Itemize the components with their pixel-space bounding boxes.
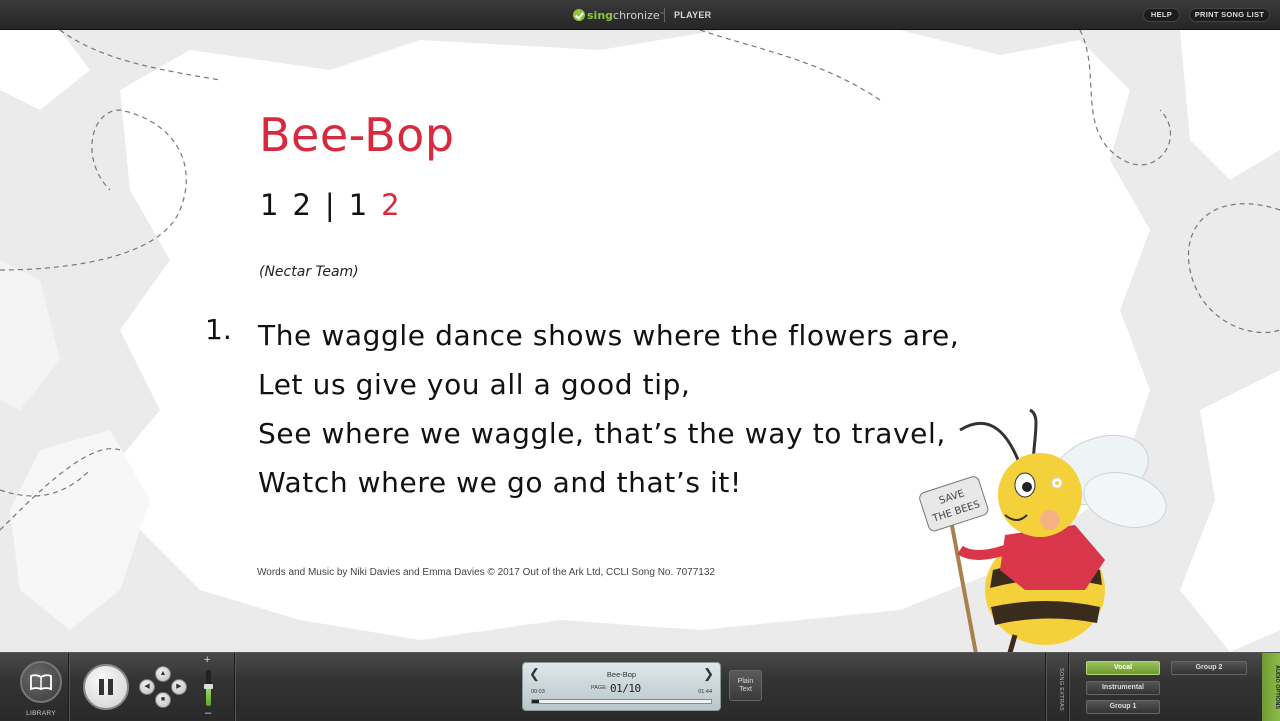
next-song-icon[interactable]: ❯ — [703, 666, 714, 682]
volume-handle[interactable] — [204, 684, 213, 690]
verse-number: 1. — [205, 313, 232, 346]
book-icon — [30, 674, 52, 691]
count-1: 1 — [260, 188, 279, 222]
logo-sing-text: sing — [587, 8, 614, 22]
top-bar: sing chronize ™ PLAYER HELP PRINT SONG LIS… — [0, 0, 1280, 30]
divider — [234, 653, 235, 721]
nav-up-button[interactable]: ▲ — [155, 666, 171, 682]
song-credit: Words and Music by Niki Davies and Emma … — [257, 567, 715, 578]
nav-stop-button[interactable]: ■ — [155, 692, 171, 708]
help-button[interactable]: HELP — [1143, 8, 1180, 22]
instrumental-button[interactable]: Instrumental — [1086, 681, 1160, 695]
library-label: LIBRARY — [26, 710, 56, 717]
lyric-line: Watch where we go and that’s it! — [258, 466, 742, 499]
progress-bar[interactable] — [531, 699, 712, 704]
volume-slider[interactable] — [204, 670, 213, 706]
lyrics-block: The waggle dance shows where the flowers… — [258, 311, 959, 507]
volume-down-button[interactable]: – — [205, 707, 211, 719]
divider — [68, 653, 69, 721]
count-2: 2 — [292, 188, 311, 222]
print-song-list-button[interactable]: PRINT SONG LIST — [1189, 8, 1270, 22]
count-bar: | — [324, 188, 335, 222]
song-display-panel: ❮ Bee-Bop ❯ PAGE: 01/10 00:03 01:44 — [522, 662, 721, 711]
song-extras-tab[interactable]: SONG EXTRAS — [1050, 665, 1064, 715]
progress-fill — [532, 700, 540, 703]
volume-level — [206, 686, 211, 706]
player-controls-bar: LIBRARY ▲ ◀ ▶ ■ + – ❮ Bee-Bop ❯ PAGE: 01… — [0, 652, 1280, 721]
library-button[interactable] — [20, 661, 62, 703]
bee-mascot-illustration: SAVE THE BEES — [919, 408, 1167, 652]
count-3: 1 — [348, 188, 368, 222]
display-song-title: Bee-Bop — [606, 670, 637, 679]
elapsed-time: 00:03 — [531, 689, 545, 695]
singchronize-logo: sing chronize ™ — [573, 8, 665, 22]
plain-text-label-1: Plain — [737, 678, 754, 685]
lyric-line: See where we waggle, that’s the way to t… — [258, 417, 946, 450]
vocal-button[interactable]: Vocal — [1086, 661, 1160, 675]
pause-icon — [99, 679, 104, 695]
page-counter: 01/10 — [610, 682, 641, 695]
nav-left-button[interactable]: ◀ — [139, 679, 155, 695]
divider — [1068, 653, 1069, 721]
plain-text-label-2: Text — [739, 686, 752, 693]
logo-check-icon — [573, 9, 585, 21]
group-1-button[interactable]: Group 1 — [1086, 700, 1160, 714]
lyric-line: The waggle dance shows where the flowers… — [258, 319, 960, 352]
lyrics-slide: Bee-Bop 1 2 | 1 2 (Nectar Team) 1. The w… — [0, 30, 1280, 652]
lyric-line: Let us give you all a good tip, — [258, 368, 691, 401]
group-2-button[interactable]: Group 2 — [1171, 661, 1247, 675]
divider — [1045, 653, 1046, 721]
team-label: (Nectar Team) — [259, 264, 359, 280]
total-time: 01:44 — [698, 689, 712, 695]
beat-counts: 1 2 | 1 2 — [260, 188, 400, 222]
nav-right-button[interactable]: ▶ — [171, 679, 187, 695]
pause-button[interactable] — [83, 664, 129, 710]
header-divider — [664, 8, 665, 22]
count-current: 2 — [381, 188, 400, 222]
logo-chronize-text: chronize — [613, 8, 660, 22]
volume-up-button[interactable]: + — [204, 654, 210, 666]
plain-text-button[interactable]: Plain Text — [729, 670, 762, 701]
player-label: PLAYER — [674, 10, 712, 20]
page-label: PAGE: — [591, 685, 608, 691]
audio-options-tab[interactable]: AUDIO OPTIONS — [1262, 653, 1280, 721]
song-title: Bee-Bop — [259, 108, 455, 162]
